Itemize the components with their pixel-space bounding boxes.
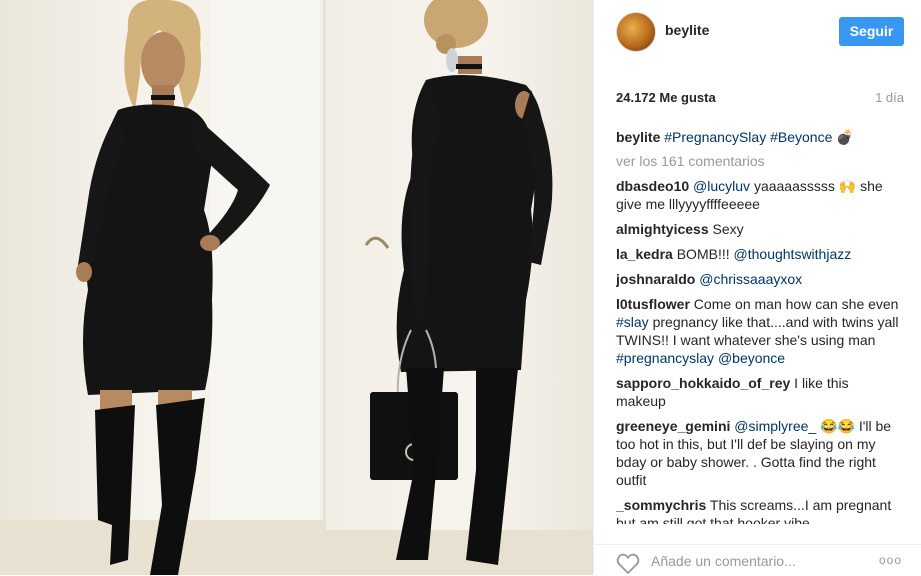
comment-item: greeneye_gemini @simplyree_ 😂😂 I'll be t… <box>616 417 902 489</box>
more-options-icon[interactable]: ooo <box>879 553 902 567</box>
back-pose-illustration <box>326 0 593 575</box>
comment-text: BOMB!!! <box>676 246 730 262</box>
post-photo[interactable] <box>0 0 593 575</box>
hashtag-link[interactable]: #pregnancyslay <box>616 350 714 366</box>
comment-username[interactable]: joshnaraldo <box>616 271 695 287</box>
hashtag-link[interactable]: #slay <box>616 314 649 330</box>
photo-right-panel <box>326 0 593 575</box>
mention-link[interactable]: @beyonce <box>718 350 785 366</box>
photo-left-panel <box>0 0 324 575</box>
mention-link[interactable]: @simplyree_ <box>734 418 816 434</box>
comment-text: Sexy <box>712 221 744 237</box>
comment-username[interactable]: la_kedra <box>616 246 673 262</box>
add-comment-input[interactable]: Añade un comentario... <box>651 553 796 569</box>
view-all-comments-link[interactable]: ver los 161 comentarios <box>616 152 902 170</box>
follow-button[interactable]: Seguir <box>839 17 904 46</box>
comment-item: _sommychris This screams...I am pregnant… <box>616 496 902 524</box>
hashtag-link[interactable]: #PregnancySlay <box>664 129 766 145</box>
avatar[interactable] <box>616 12 656 52</box>
hashtag-link[interactable]: #Beyonce <box>770 129 832 145</box>
post-header: beylite Seguir <box>594 0 921 64</box>
comment-username[interactable]: dbasdeo10 <box>616 178 689 194</box>
post-timestamp[interactable]: 1 día <box>875 90 904 105</box>
comment-username[interactable]: almightyicess <box>616 221 709 237</box>
caption: beylite #PregnancySlay #Beyonce 💣 <box>616 128 902 146</box>
comment-item: la_kedra BOMB!!! @thoughtswithjazz <box>616 245 902 263</box>
comment-item: sapporo_hokkaido_of_rey I like this make… <box>616 374 902 410</box>
comment-item: joshnaraldo @chrissaaayxox <box>616 270 902 288</box>
comment-username[interactable]: _sommychris <box>616 497 706 513</box>
bomb-emoji: 💣 <box>836 129 854 145</box>
comment-text: Come on man how can she even <box>693 296 899 312</box>
comment-text: pregnancy like that....and with twins ya… <box>616 314 899 348</box>
heart-outline-icon[interactable] <box>616 553 640 575</box>
comment-username[interactable]: greeneye_gemini <box>616 418 730 434</box>
comment-username[interactable]: l0tusflower <box>616 296 690 312</box>
comment-footer: Añade un comentario... ooo <box>594 544 921 576</box>
mention-link[interactable]: @chrissaaayxox <box>699 271 802 287</box>
comment-item: l0tusflower Come on man how can she even… <box>616 295 902 367</box>
likes-count[interactable]: 24.172 Me gusta <box>616 90 716 105</box>
likes-row: 24.172 Me gusta 1 día <box>616 90 904 110</box>
post-username[interactable]: beylite <box>665 22 709 38</box>
comments-list[interactable]: beylite #PregnancySlay #Beyonce 💣 ver lo… <box>616 128 902 524</box>
mention-link[interactable]: @thoughtswithjazz <box>734 246 852 262</box>
caption-username[interactable]: beylite <box>616 129 660 145</box>
comment-item: dbasdeo10 @lucyluv yaaaaasssss 🙌 she giv… <box>616 177 902 213</box>
mention-link[interactable]: @lucyluv <box>693 178 750 194</box>
comment-item: almightyicess Sexy <box>616 220 902 238</box>
comment-username[interactable]: sapporo_hokkaido_of_rey <box>616 375 790 391</box>
front-pose-illustration <box>0 0 324 575</box>
post-sidebar: beylite Seguir 24.172 Me gusta 1 día bey… <box>593 0 921 575</box>
